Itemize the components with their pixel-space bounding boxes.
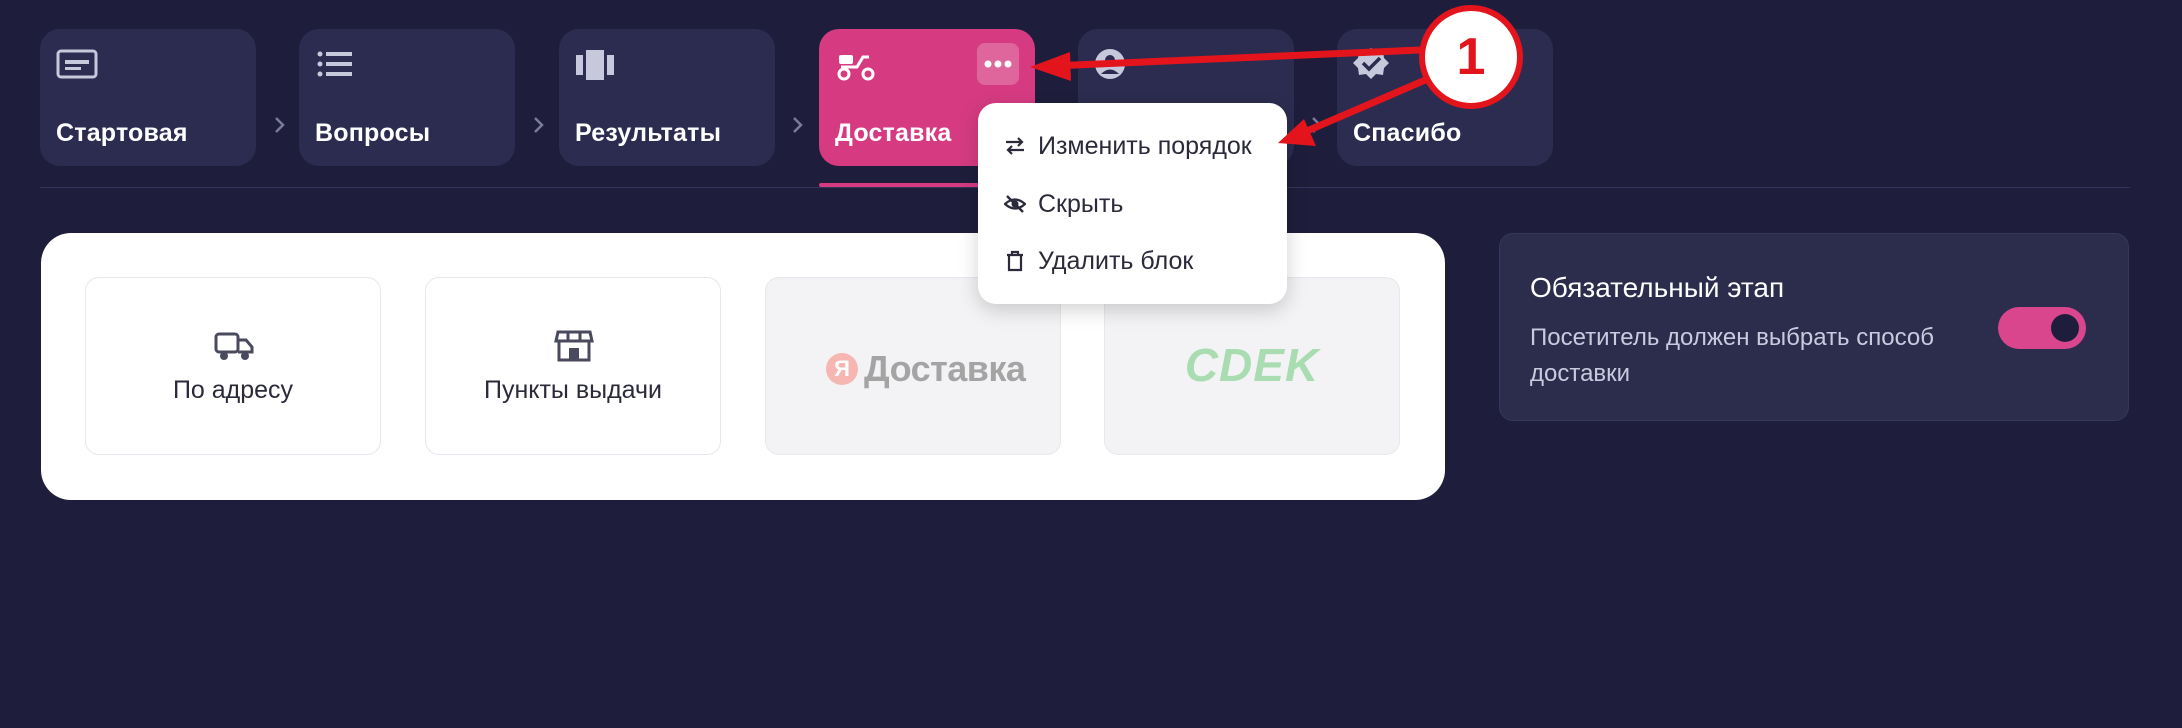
eye-off-icon	[1004, 195, 1026, 213]
step-results[interactable]: Результаты	[559, 29, 775, 166]
yandex-logo-text: Доставка	[864, 348, 1026, 389]
menu-item-label: Скрыть	[1038, 189, 1124, 218]
user-icon	[1095, 49, 1125, 79]
step-label: Стартовая	[56, 119, 188, 147]
step-options-menu: Изменить порядок Скрыть Удалить блок	[978, 103, 1287, 304]
scooter-icon	[837, 55, 875, 81]
more-dots-icon	[984, 60, 1012, 68]
chevron-right-icon	[275, 117, 285, 133]
step-questions[interactable]: Вопросы	[299, 29, 515, 166]
trash-icon	[1007, 250, 1023, 272]
toggle-knob	[2051, 314, 2079, 342]
step-label: Спасибо	[1353, 119, 1462, 147]
delivery-option-address[interactable]: По адресу	[85, 277, 381, 455]
menu-item-hide[interactable]: Скрыть	[1004, 184, 1123, 224]
menu-item-label: Удалить блок	[1038, 246, 1194, 275]
swap-arrows-icon	[1006, 137, 1024, 155]
yandex-delivery-logo: Я Доставка	[826, 348, 1026, 390]
menu-item-delete[interactable]: Удалить блок	[1004, 241, 1193, 281]
menu-item-label: Изменить порядок	[1038, 131, 1252, 160]
required-step-panel: Обязательный этап Посетитель должен выбр…	[1499, 233, 2129, 421]
more-options-button[interactable]	[977, 43, 1019, 85]
cdek-logo: CDEK	[1184, 339, 1320, 391]
panel-description: Посетитель должен выбрать способ доставк…	[1530, 324, 1934, 387]
store-icon	[554, 330, 594, 362]
step-label: Доставка	[835, 119, 952, 147]
delivery-option-label: По адресу	[172, 376, 294, 404]
chevron-right-icon	[534, 117, 544, 133]
step-start[interactable]: Стартовая	[40, 29, 256, 166]
delivery-option-label: Пункты выдачи	[483, 376, 663, 404]
truck-icon	[214, 332, 254, 360]
verified-badge-icon	[1353, 48, 1389, 79]
step-label: Вопросы	[315, 119, 431, 147]
list-icon	[317, 51, 352, 77]
panel-title: Обязательный этап	[1530, 272, 1785, 303]
menu-item-reorder[interactable]: Изменить порядок	[1004, 126, 1252, 166]
required-step-toggle[interactable]	[1998, 307, 2086, 349]
window-icon	[56, 49, 98, 79]
chevron-right-icon	[793, 117, 803, 133]
step-label: Результаты	[575, 119, 722, 147]
annotation-badge: 1	[1419, 5, 1523, 109]
delivery-option-pickup[interactable]: Пункты выдачи	[425, 277, 721, 455]
carousel-icon	[576, 50, 614, 80]
yandex-letter: Я	[826, 353, 858, 385]
chevron-right-icon	[1312, 117, 1322, 133]
